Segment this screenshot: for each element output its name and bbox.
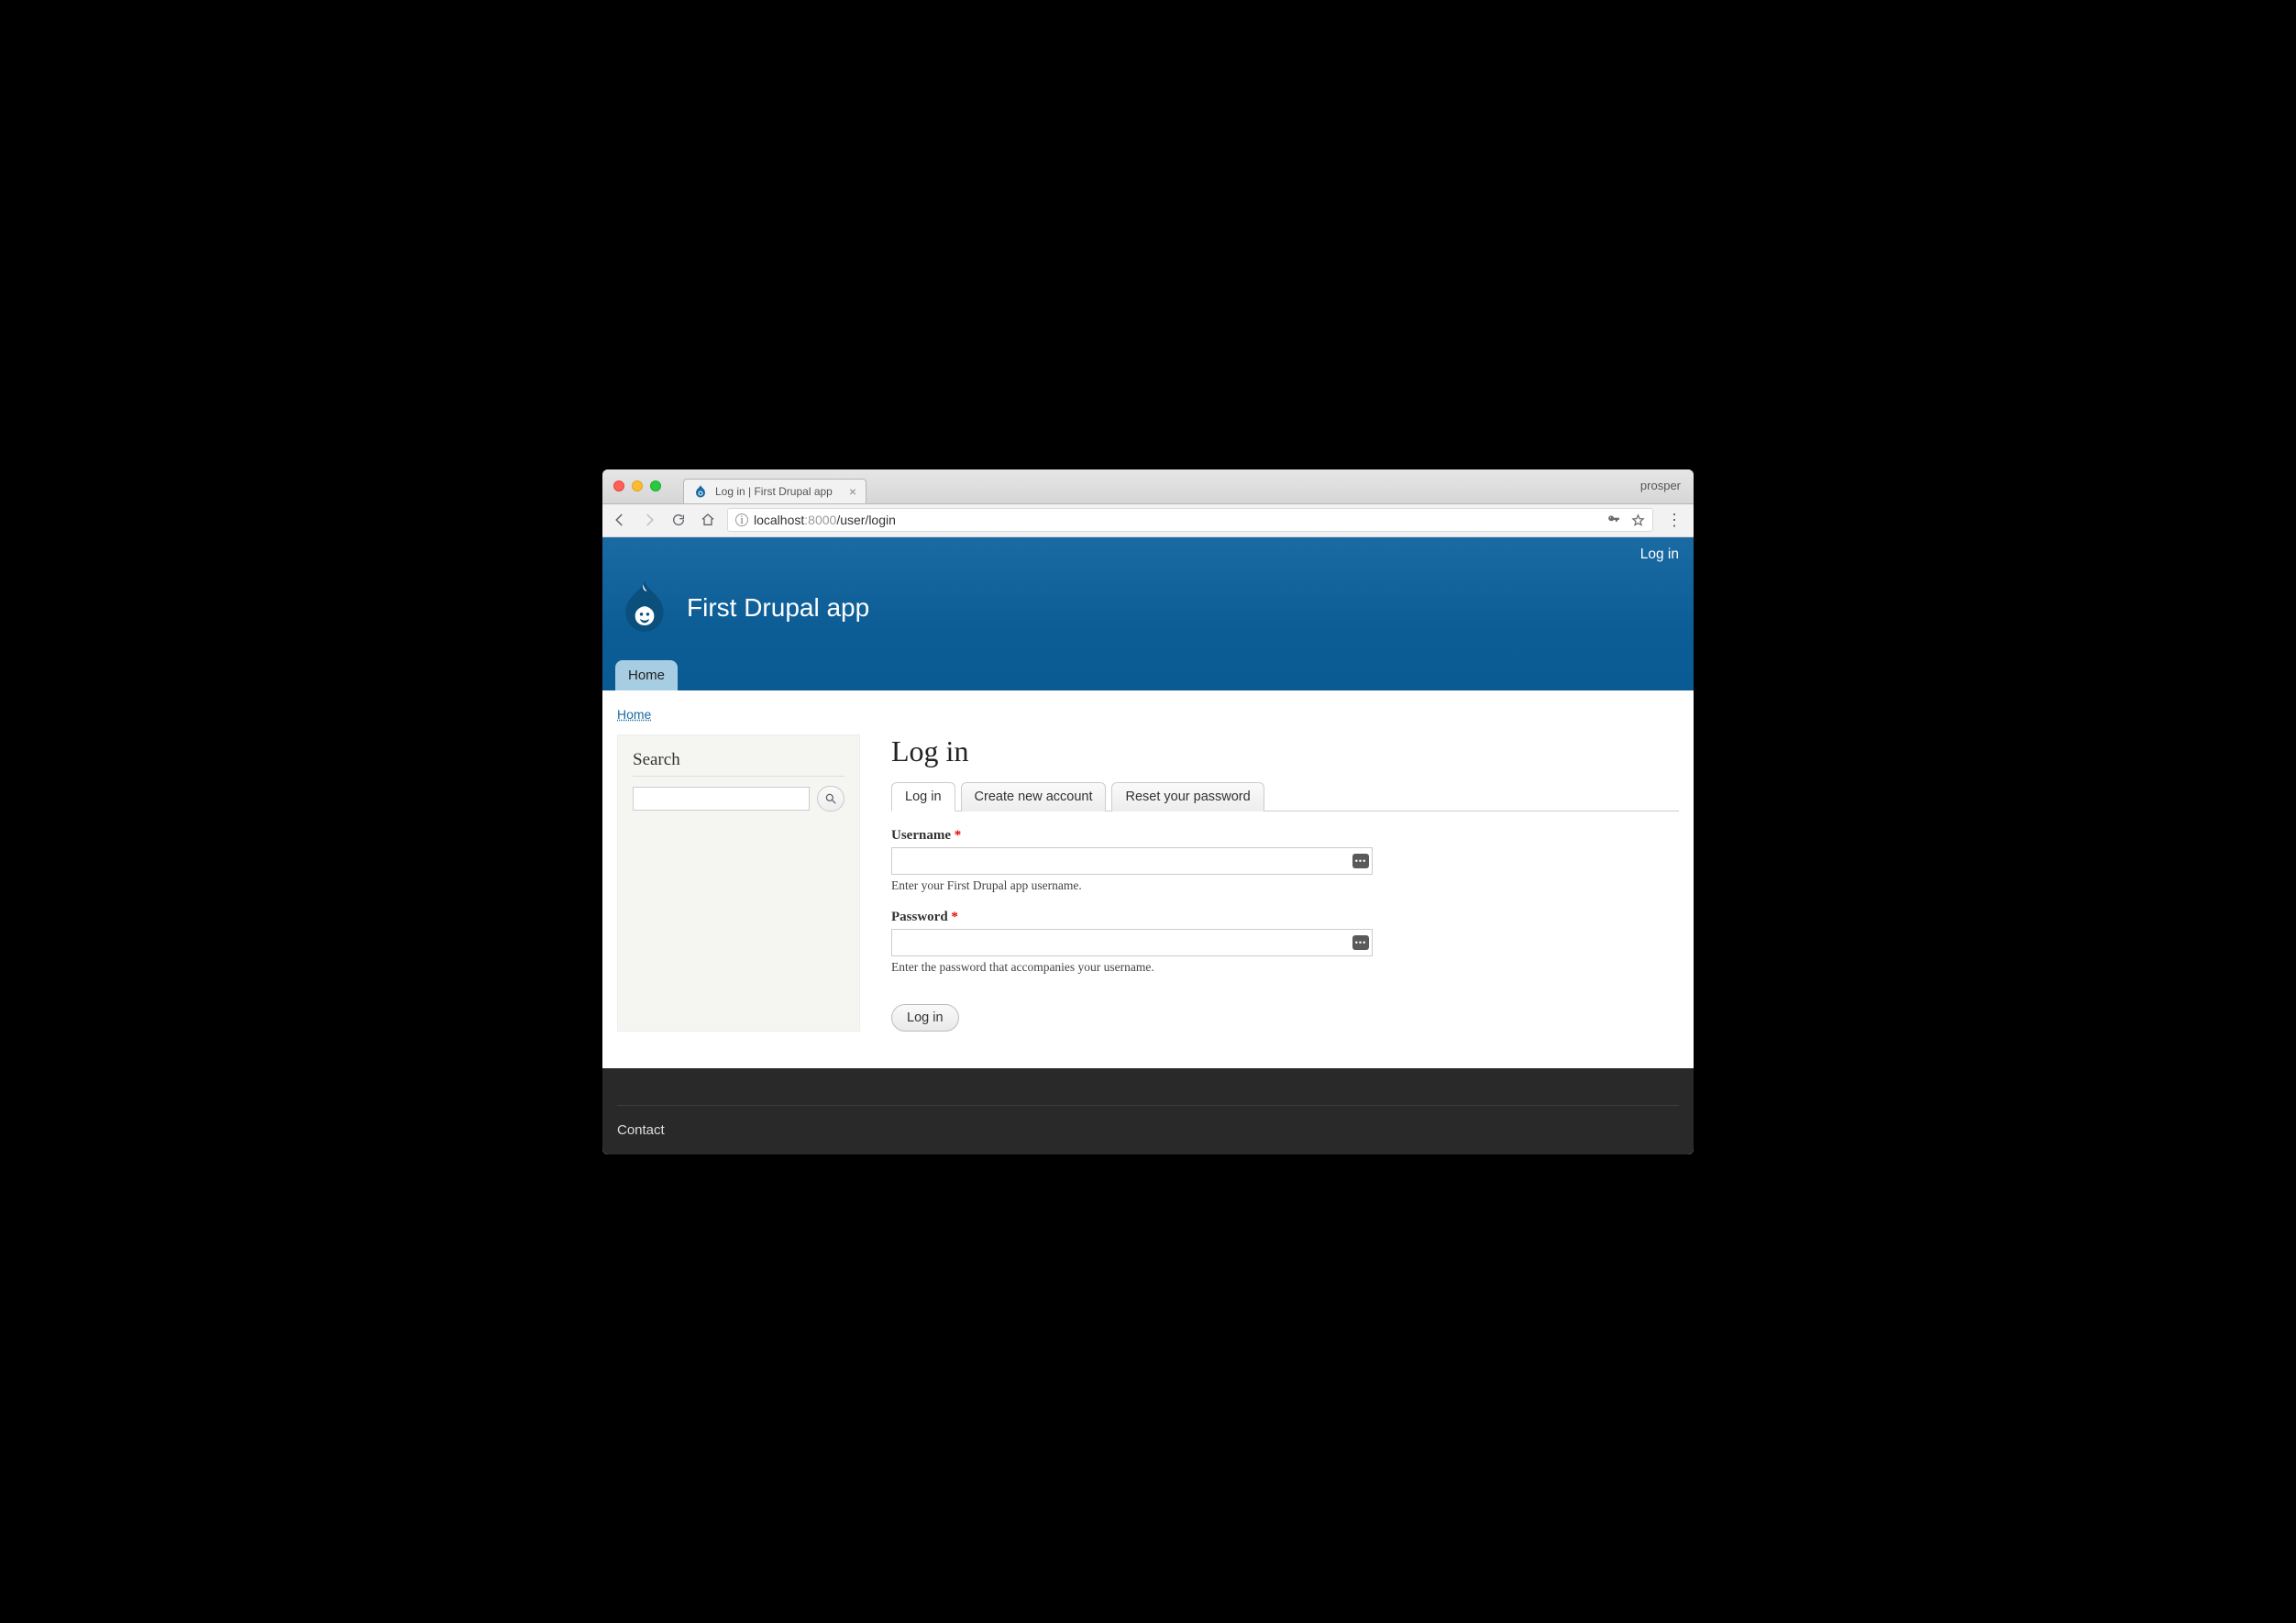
main-content: Log in Log in Create new account Reset y… [891,734,1679,1032]
browser-toolbar: i localhost:8000/user/login ⋮ [602,504,1694,537]
search-submit-button[interactable] [817,786,844,812]
username-input[interactable] [891,847,1373,875]
home-button[interactable] [698,513,718,527]
tab-login[interactable]: Log in [891,782,955,812]
login-form: Username * ••• Enter your First Drupal a… [891,812,1373,1032]
tab-reset-password[interactable]: Reset your password [1111,782,1264,812]
save-password-icon[interactable] [1607,513,1620,527]
search-input[interactable] [633,787,810,811]
drupal-favicon-icon [693,484,708,499]
footer-divider [617,1105,1679,1106]
titlebar: Log in | First Drupal app × prosper [602,469,1694,504]
password-label: Password * [891,910,1373,925]
close-tab-icon[interactable]: × [849,484,856,499]
branding: First Drupal app [602,563,1694,660]
site-header: Log in First Drupal app Hom [602,537,1694,690]
menu-item-home[interactable]: Home [615,660,678,690]
breadcrumb-home[interactable]: Home [617,707,651,722]
close-window-button[interactable] [613,480,624,491]
reload-button[interactable] [668,513,689,527]
site-name[interactable]: First Drupal app [687,593,869,623]
search-icon [824,792,837,805]
footer-contact-link[interactable]: Contact [617,1122,665,1138]
chrome-profile-label[interactable]: prosper [1640,479,1681,492]
chrome-menu-button[interactable]: ⋮ [1662,511,1686,530]
browser-tab[interactable]: Log in | First Drupal app × [683,479,867,503]
required-mark: * [951,910,958,924]
address-bar[interactable]: i localhost:8000/user/login [727,508,1653,532]
username-description: Enter your First Drupal app username. [891,878,1373,893]
tab-create-account[interactable]: Create new account [961,782,1107,812]
main-menu: Home [602,660,1694,690]
form-item-username: Username * ••• Enter your First Drupal a… [891,828,1373,893]
maximize-window-button[interactable] [650,480,661,491]
forward-button[interactable] [639,512,659,528]
password-manager-icon[interactable]: ••• [1352,854,1369,868]
password-input[interactable] [891,929,1373,956]
minimize-window-button[interactable] [632,480,643,491]
local-tasks-tabs: Log in Create new account Reset your pas… [891,781,1679,812]
breadcrumb: Home [617,703,1679,734]
search-heading: Search [633,750,844,777]
site-info-icon[interactable]: i [735,513,748,526]
sidebar: Search [617,734,860,1032]
back-button[interactable] [610,512,630,528]
bookmark-star-icon[interactable] [1631,513,1645,527]
site-footer: Contact [602,1068,1694,1154]
password-manager-icon[interactable]: ••• [1352,935,1369,950]
required-mark: * [955,828,962,843]
tab-title: Log in | First Drupal app [715,485,833,498]
url-text: localhost:8000/user/login [754,513,896,527]
login-link[interactable]: Log in [1640,547,1679,563]
page-title: Log in [891,734,1679,768]
browser-window: Log in | First Drupal app × prosper i lo… [602,469,1694,1154]
page: Log in First Drupal app Hom [602,537,1694,1154]
form-item-password: Password * ••• Enter the password that a… [891,910,1373,975]
drupal-logo-icon [619,580,670,636]
window-controls [613,480,661,491]
username-label: Username * [891,828,1373,844]
login-submit-button[interactable]: Log in [891,1004,959,1032]
password-description: Enter the password that accompanies your… [891,960,1373,975]
